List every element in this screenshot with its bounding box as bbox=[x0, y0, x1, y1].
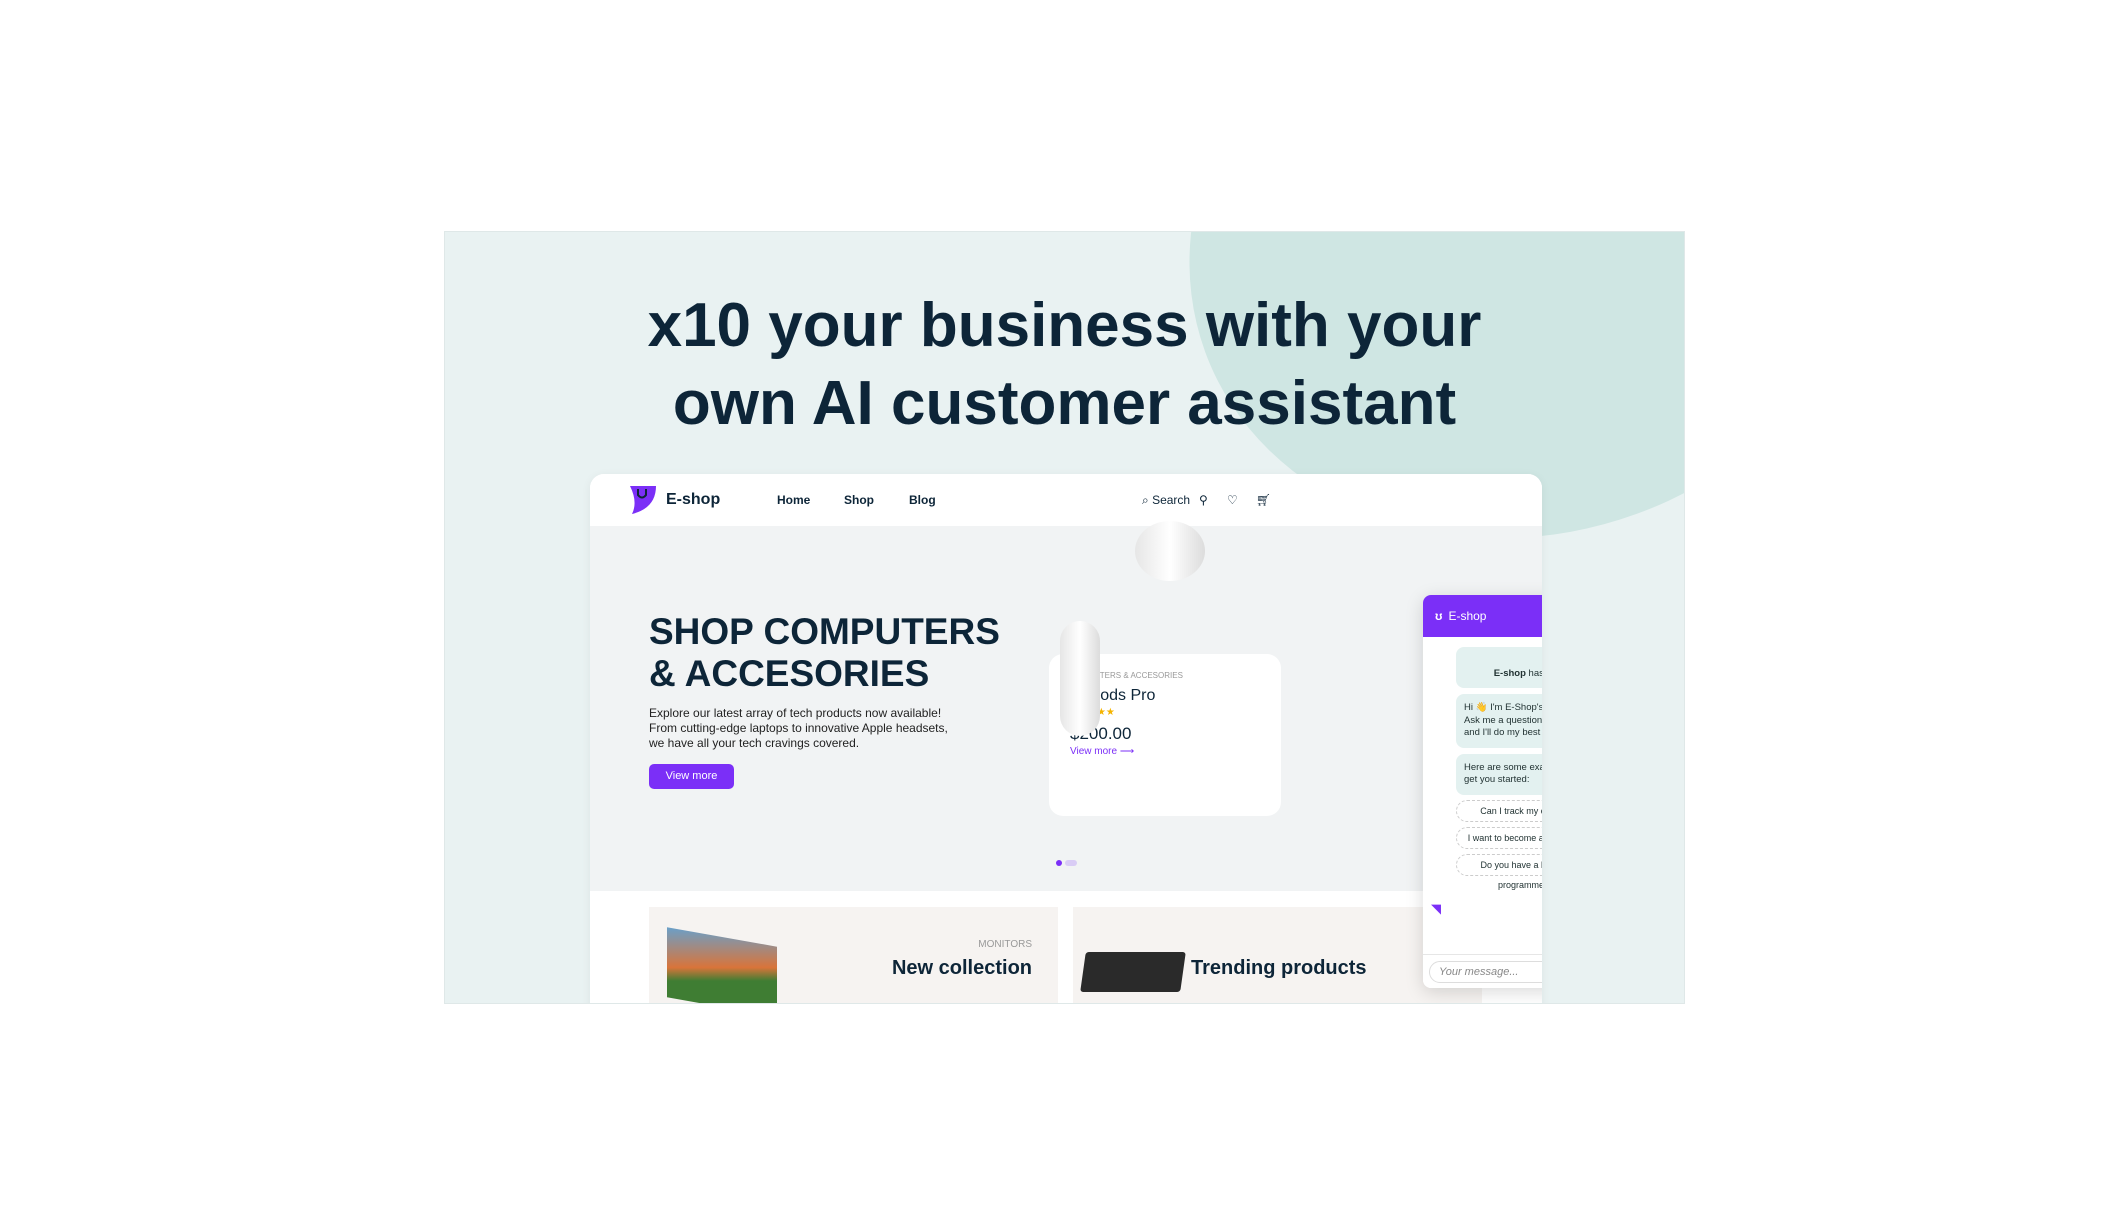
user-icon[interactable]: ⚲ bbox=[1199, 493, 1208, 507]
category-card-trending[interactable]: Trending products bbox=[1073, 907, 1482, 1003]
carousel-dot-active[interactable] bbox=[1056, 860, 1062, 866]
keyboard-image bbox=[1080, 952, 1186, 992]
hero-section: SHOP COMPUTERS & ACCESORIES Explore our … bbox=[590, 521, 1542, 891]
nav-shop[interactable]: Shop bbox=[844, 493, 874, 507]
categories-section: MONITORS New collection Trending product… bbox=[590, 891, 1542, 1003]
suggestion-button[interactable]: Do you have a loyalty programme? bbox=[1456, 853, 1542, 890]
shop-preview: E-shop Home Shop Blog ⌕ Search ⚲ ♡ 🛒︎ SH… bbox=[590, 474, 1542, 1003]
suggestion-button[interactable]: Can I track my order? bbox=[1456, 799, 1542, 822]
chat-header: ʊ E-shop ✕ bbox=[1423, 595, 1542, 637]
airpod-image bbox=[1135, 521, 1205, 581]
monitor-image bbox=[667, 927, 777, 1003]
arrow-right-icon: ⟶ bbox=[1119, 746, 1135, 757]
carousel-dot[interactable] bbox=[1065, 860, 1077, 866]
search-icon: ⌕ bbox=[1142, 493, 1149, 507]
airpod-image bbox=[1060, 621, 1100, 736]
suggestion-button[interactable]: I want to become a member bbox=[1456, 826, 1542, 849]
brand-logo[interactable]: E-shop bbox=[626, 484, 720, 516]
nav-blog[interactable]: Blog bbox=[909, 493, 936, 507]
chat-message: Here are some examples to get you starte… bbox=[1456, 753, 1542, 795]
nav-home[interactable]: Home bbox=[777, 493, 810, 507]
product-view-more-link[interactable]: View more ⟶ bbox=[1070, 746, 1134, 757]
chat-message: Hi 👋 I'm E-Shop's very own AI assistant.… bbox=[1456, 694, 1542, 748]
message-input[interactable]: Your message... bbox=[1429, 961, 1542, 983]
chat-widget: ʊ E-shop ✕ ◥ E-shop has joined the chat … bbox=[1423, 595, 1542, 988]
search-button[interactable]: ⌕ Search bbox=[1142, 493, 1190, 508]
logo-icon: ◥ bbox=[1464, 655, 1542, 668]
logo-icon bbox=[630, 486, 656, 514]
cart-icon[interactable]: 🛒︎ bbox=[1256, 493, 1271, 507]
logo-icon: ʊ bbox=[1435, 609, 1443, 623]
bot-avatar: ◥ bbox=[1431, 901, 1441, 916]
navbar: E-shop Home Shop Blog ⌕ Search ⚲ ♡ 🛒︎ bbox=[590, 474, 1542, 526]
chat-input-bar: Your message... ➤ bbox=[1423, 954, 1542, 988]
carousel-dots bbox=[1056, 860, 1077, 866]
hero-title: SHOP COMPUTERS & ACCESORIES bbox=[649, 611, 1000, 694]
view-more-button[interactable]: View more bbox=[649, 764, 734, 789]
hero-description: Explore our latest array of tech product… bbox=[649, 706, 948, 750]
promo-banner: x10 your business with your own AI custo… bbox=[444, 231, 1685, 1004]
heart-icon[interactable]: ♡ bbox=[1227, 493, 1238, 507]
category-card-monitors[interactable]: MONITORS New collection bbox=[649, 907, 1058, 1003]
joined-notice: ◥ E-shop has joined the chat bbox=[1456, 647, 1542, 688]
headline: x10 your business with your own AI custo… bbox=[647, 291, 1482, 438]
